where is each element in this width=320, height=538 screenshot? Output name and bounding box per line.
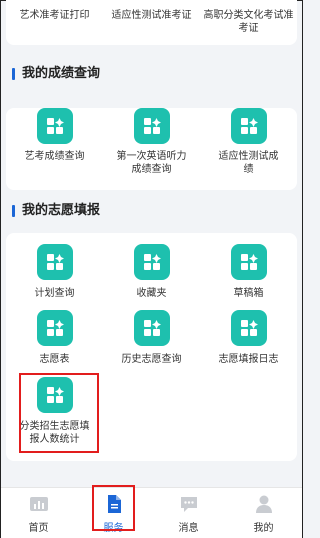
grid-item-label: 艺考成绩查询: [24, 151, 85, 162]
section-title-grades: 我的成绩查询: [12, 66, 100, 82]
section-title-wish: 我的志愿填报: [12, 203, 100, 219]
highlight-box: [19, 373, 99, 453]
app-grid-icon: [133, 310, 170, 346]
tab-messages[interactable]: 消息: [151, 488, 226, 538]
grid-item-label: 志愿表: [39, 354, 70, 365]
grid-item-label: 草稿箱: [233, 288, 264, 299]
grid-item-label: 第一次英语听力成绩查询: [116, 151, 187, 175]
app-grid-icon: [133, 244, 170, 280]
tab-label: 消息: [178, 523, 199, 534]
grades-card: 艺考成绩查询 第一次英语听力成绩查询 适应性测试成绩: [6, 108, 297, 190]
app-grid-icon: [133, 108, 170, 144]
grid-item-label: 适应性测试成绩: [218, 151, 279, 175]
app-grid-icon: [36, 244, 73, 280]
app-grid-icon: [230, 310, 267, 346]
grid-item-label: 适应性测试准考证: [111, 10, 192, 21]
grid-item-label: 收藏夹: [136, 288, 167, 299]
bottom-tab-bar: 首页 服务 消息 我的: [1, 487, 302, 538]
tab-label: 我的: [253, 523, 274, 534]
grid-item-label: 历史志愿查询: [121, 354, 182, 365]
highlight-box: [92, 485, 135, 531]
app-grid-icon: [230, 108, 267, 144]
grid-item-label: 志愿填报日志: [218, 354, 279, 365]
app-grid-icon: [36, 108, 73, 144]
grid-item-label: 计划查询: [34, 288, 75, 299]
tab-home[interactable]: 首页: [1, 488, 76, 538]
tab-mine[interactable]: 我的: [226, 488, 301, 538]
grid-item-label: 高职分类文化考试准考证: [203, 10, 294, 34]
chat-bubble-icon: [181, 497, 197, 512]
home-chart-icon: [30, 497, 48, 511]
exam-ticket-card: 艺术准考证打印 适应性测试准考证 高职分类文化考试准考证: [6, 0, 297, 45]
tab-label: 首页: [28, 523, 49, 534]
grid-item-label: 艺术准考证打印: [19, 10, 90, 21]
person-icon: [256, 495, 272, 513]
app-grid-icon: [230, 244, 267, 280]
app-grid-icon: [36, 310, 73, 346]
